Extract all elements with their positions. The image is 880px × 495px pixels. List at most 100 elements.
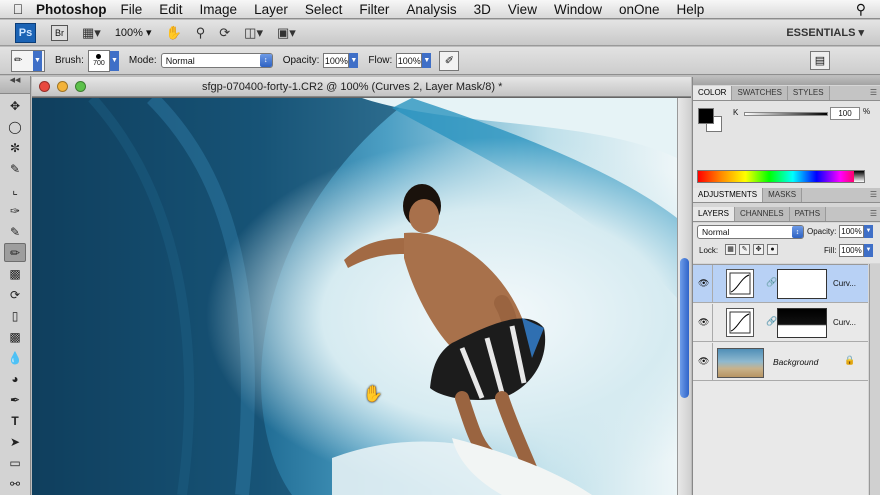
bridge-button[interactable]: Br [51,24,68,41]
menu-image[interactable]: Image [200,2,238,17]
tab-color[interactable]: COLOR [693,86,733,100]
lasso-tool-icon[interactable]: ✼ [4,138,26,157]
panel-menu-icon[interactable]: ☰ [870,190,877,199]
spotlight-search-icon[interactable]: ⚲ [856,1,866,18]
menu-select[interactable]: Select [305,2,343,17]
zoom-tool-icon[interactable]: ⚲ [196,25,206,41]
flow-input[interactable]: 100% [396,53,423,68]
menu-window[interactable]: Window [554,2,602,17]
hand-tool-icon[interactable]: ✋ [166,25,182,41]
visibility-eye-icon[interactable]: 👁 [698,356,709,367]
menu-view[interactable]: View [508,2,537,17]
flow-dropdown-icon[interactable]: ▼ [422,53,432,68]
scrollbar-thumb[interactable] [680,258,689,398]
move-tool-icon[interactable]: ✥ [4,96,26,115]
menu-layer[interactable]: Layer [254,2,288,17]
layer-opacity-dropdown-icon[interactable]: ▼ [864,225,873,238]
blend-mode-select[interactable]: Normal ↕ [697,225,804,239]
crop-tool-icon[interactable]: ⌞ [4,180,26,199]
layer-row[interactable]: 👁 🔗 Curv... [693,304,868,342]
menu-onone[interactable]: onOne [619,2,660,17]
layer-row[interactable]: 👁 Background 🔒 [693,343,868,381]
lock-label: Lock: [699,246,719,255]
minimize-window-icon[interactable] [57,81,68,92]
brush-tool-icon[interactable]: ✏ [4,243,26,262]
quick-selection-tool-icon[interactable]: ✎ [4,159,26,178]
visibility-eye-icon[interactable]: 👁 [698,317,709,328]
chevron-down-icon[interactable]: ▼ [33,50,42,71]
zoom-level-dropdown[interactable]: 100% ▾ [115,26,152,39]
image-canvas[interactable]: ✋ [32,98,677,495]
tab-channels[interactable]: CHANNELS [734,207,790,221]
fill-input[interactable]: 100% [839,244,864,257]
airbrush-toggle-icon[interactable]: ✐ [439,50,460,71]
tool-preset-picker[interactable]: ✏ ▼ [11,49,45,72]
mode-select[interactable]: Normal ↕ [160,53,273,68]
panel-dock-header[interactable] [693,77,880,85]
layers-vertical-scrollbar[interactable] [869,264,880,495]
opacity-input[interactable]: 100% [323,53,350,68]
brush-dropdown-icon[interactable]: ▼ [109,50,119,71]
color-spectrum-bar[interactable] [697,170,865,183]
mask-link-icon[interactable]: 🔗 [766,277,777,288]
document-title-bar[interactable]: sfgp-070400-forty-1.CR2 @ 100% (Curves 2… [32,77,691,97]
path-selection-tool-icon[interactable]: ➤ [4,432,26,451]
document-vertical-scrollbar[interactable] [677,98,691,495]
tab-masks[interactable]: MASKS [763,188,803,202]
pen-tool-icon[interactable]: ✒ [4,390,26,409]
panel-menu-icon[interactable]: ☰ [870,88,877,97]
blur-tool-icon[interactable]: 💧 [4,348,26,367]
fill-dropdown-icon[interactable]: ▼ [864,244,873,257]
layer-mask-thumbnail[interactable] [777,308,827,338]
tab-adjustments[interactable]: ADJUSTMENTS [693,188,764,202]
tools-panel-header[interactable]: ◀◀ [0,76,30,94]
brush-tool-icon: ✏ [14,55,23,66]
menu-app-name[interactable]: Photoshop [36,2,107,17]
tab-layers[interactable]: LAYERS [693,207,735,221]
layer-mask-thumbnail[interactable] [777,269,827,299]
brush-preset-picker[interactable]: 700 [87,49,110,72]
lock-transparent-icon[interactable]: ▦ [725,244,736,255]
workspace-switcher[interactable]: ESSENTIALS ▾ [786,26,864,39]
menu-3d[interactable]: 3D [474,2,491,17]
layer-row[interactable]: 👁 🔗 Curv... [693,265,868,303]
visibility-eye-icon[interactable]: 👁 [698,278,709,289]
type-tool-icon[interactable]: T [4,411,26,430]
lock-all-icon[interactable]: ● [767,244,778,255]
foreground-color-swatch[interactable] [698,108,714,124]
menu-edit[interactable]: Edit [159,2,182,17]
menu-analysis[interactable]: Analysis [406,2,456,17]
lock-position-icon[interactable]: ✥ [753,244,764,255]
mask-link-icon[interactable]: 🔗 [766,316,777,327]
3d-rotate-tool-icon[interactable]: ⚯ [4,474,26,493]
menu-help[interactable]: Help [677,2,705,17]
marquee-tool-icon[interactable]: ◯ [4,117,26,136]
menu-filter[interactable]: Filter [359,2,389,17]
tab-paths[interactable]: PATHS [789,207,827,221]
eraser-tool-icon[interactable]: ▯ [4,306,26,325]
healing-brush-tool-icon[interactable]: ✎ [4,222,26,241]
eyedropper-tool-icon[interactable]: ✑ [4,201,26,220]
dodge-tool-icon[interactable]: ◕ [4,369,26,388]
screen-mode-icon[interactable]: ▣▾ [277,25,296,41]
zoom-window-icon[interactable] [75,81,86,92]
k-slider[interactable] [744,112,828,116]
brush-panel-toggle-icon[interactable]: ▤ [810,51,830,70]
close-window-icon[interactable] [39,81,50,92]
clone-stamp-tool-icon[interactable]: ▩ [4,264,26,283]
tab-swatches[interactable]: SWATCHES [732,86,788,100]
apple-icon[interactable]:  [0,1,36,17]
opacity-dropdown-icon[interactable]: ▼ [349,53,359,68]
lock-image-icon[interactable]: ✎ [739,244,750,255]
panel-menu-icon[interactable]: ☰ [870,209,877,218]
gradient-tool-icon[interactable]: ▩ [4,327,26,346]
layer-opacity-input[interactable]: 100% [839,225,864,238]
view-extras-icon[interactable]: ▦▾ [82,25,101,41]
arrange-documents-icon[interactable]: ◫▾ [244,25,263,41]
tab-styles[interactable]: STYLES [787,86,830,100]
k-value-input[interactable]: 100 [830,107,860,120]
rotate-view-icon[interactable]: ⟳ [219,25,230,41]
shape-tool-icon[interactable]: ▭ [4,453,26,472]
menu-file[interactable]: File [121,2,143,17]
history-brush-tool-icon[interactable]: ⟳ [4,285,26,304]
